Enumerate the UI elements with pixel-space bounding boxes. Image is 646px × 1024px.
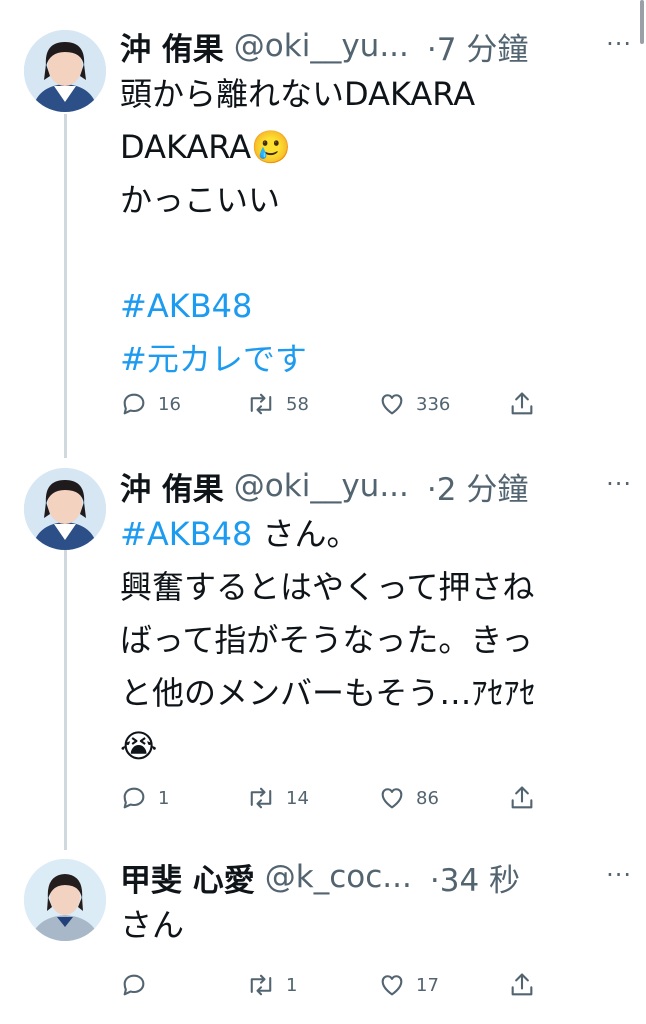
avatar[interactable]	[24, 859, 106, 941]
heart-icon	[378, 390, 416, 418]
share-icon	[508, 784, 546, 812]
reply-button[interactable]	[120, 971, 158, 999]
tweet-actions: 1 17	[120, 971, 590, 1007]
tweet-text-body: 頭から離れないDAKARA DAKARA🥲 かっこいい	[120, 75, 476, 219]
tweet-header: 沖 侑果 @oki__yu... ·2 分鐘	[120, 462, 632, 510]
retweet-button[interactable]: 1	[246, 971, 297, 999]
timestamp[interactable]: ·34 秒	[430, 855, 520, 900]
more-icon[interactable]: ···	[606, 30, 632, 58]
tweet-header: 沖 侑果 @oki__yu... ·7 分鐘	[120, 22, 632, 70]
tweet-text: #AKB48 さん。 興奮するとはやくって押さね ばって指がそうなった。きっ と…	[120, 508, 632, 773]
tweet-actions: 1 14 86	[120, 784, 590, 820]
retweet-button[interactable]: 58	[246, 390, 309, 418]
like-count: 86	[416, 787, 439, 809]
avatar[interactable]	[24, 468, 106, 550]
tweet-actions: 16 58 336	[120, 390, 590, 426]
share-button[interactable]	[508, 784, 546, 812]
share-icon	[508, 390, 546, 418]
user-handle[interactable]: @oki__yu...	[234, 28, 409, 64]
tweet-text: 頭から離れないDAKARA DAKARA🥲 かっこいい #AKB48 #元カレで…	[120, 68, 632, 386]
retweet-button[interactable]: 14	[246, 784, 309, 812]
tweet-header: 甲斐 心愛 @k_coc... ·34 秒	[120, 853, 632, 901]
thread-line	[64, 114, 67, 458]
hashtag-link[interactable]: #AKB48	[120, 515, 252, 553]
retweet-count: 1	[286, 974, 298, 996]
hashtag-link[interactable]: #元カレです	[120, 340, 307, 378]
retweet-count: 58	[286, 393, 309, 415]
reply-icon	[120, 784, 158, 812]
user-handle[interactable]: @oki__yu...	[234, 468, 409, 504]
reply-icon	[120, 390, 158, 418]
scrollbar[interactable]	[640, 0, 644, 44]
share-button[interactable]	[508, 390, 546, 418]
display-name[interactable]: 甲斐 心愛	[120, 855, 255, 900]
avatar[interactable]	[24, 30, 106, 112]
hashtag-link[interactable]: #AKB48	[120, 287, 252, 325]
heart-icon	[378, 784, 416, 812]
reply-button[interactable]: 1	[120, 784, 169, 812]
tweet-text-body: さん	[120, 906, 185, 944]
share-icon	[508, 971, 546, 999]
user-handle[interactable]: @k_coc...	[265, 859, 412, 895]
like-button[interactable]: 86	[378, 784, 439, 812]
share-button[interactable]	[508, 971, 546, 999]
retweet-icon	[246, 971, 286, 999]
like-button[interactable]: 336	[378, 390, 450, 418]
like-button[interactable]: 17	[378, 971, 439, 999]
retweet-icon	[246, 390, 286, 418]
thread-line	[64, 550, 67, 850]
reply-count: 1	[158, 787, 170, 809]
timestamp[interactable]: ·2 分鐘	[427, 464, 528, 509]
retweet-icon	[246, 784, 286, 812]
tweet-text: さん	[120, 899, 632, 952]
more-icon[interactable]: ···	[606, 861, 632, 889]
display-name[interactable]: 沖 侑果	[120, 24, 224, 69]
more-icon[interactable]: ···	[606, 470, 632, 498]
timestamp[interactable]: ·7 分鐘	[427, 24, 528, 69]
like-count: 17	[416, 974, 439, 996]
heart-icon	[378, 971, 416, 999]
retweet-count: 14	[286, 787, 309, 809]
reply-button[interactable]: 16	[120, 390, 181, 418]
display-name[interactable]: 沖 侑果	[120, 464, 224, 509]
reply-count: 16	[158, 393, 181, 415]
like-count: 336	[416, 393, 451, 415]
reply-icon	[120, 971, 158, 999]
